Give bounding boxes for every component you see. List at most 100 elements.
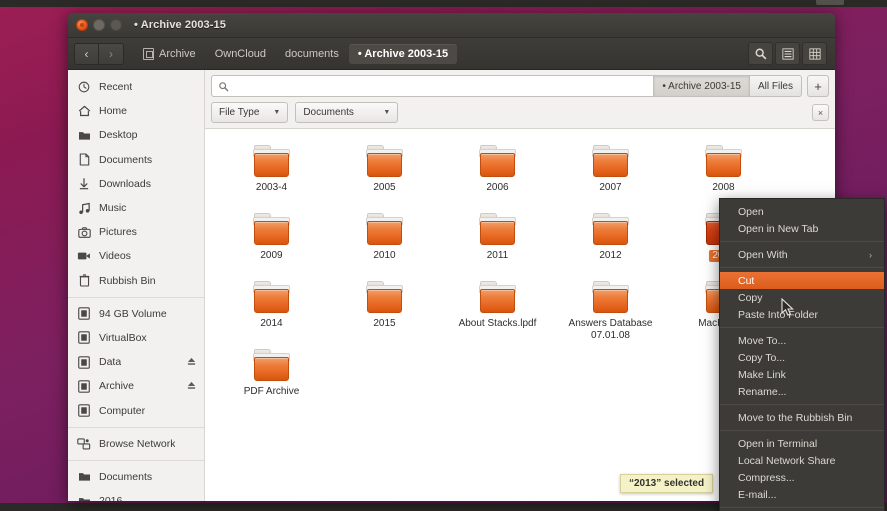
- search-input[interactable]: [234, 80, 654, 92]
- folder-icon: [77, 130, 91, 141]
- breadcrumb-label: Archive: [159, 47, 196, 60]
- menu-separator: [720, 430, 884, 431]
- scope-all-files-button[interactable]: All Files: [749, 75, 802, 97]
- folder-icon: [479, 281, 516, 314]
- close-search-button[interactable]: ×: [812, 104, 829, 121]
- file-item[interactable]: 2015: [328, 279, 441, 347]
- menu-item-compress[interactable]: Compress...: [720, 469, 884, 486]
- file-item[interactable]: 2012: [554, 211, 667, 279]
- menu-item-rename[interactable]: Rename...: [720, 383, 884, 400]
- drive-icon: [77, 307, 91, 321]
- sidebar-item-home[interactable]: Home: [68, 99, 204, 123]
- file-item[interactable]: 2014: [215, 279, 328, 347]
- menu-item-open-in-new-tab[interactable]: Open in New Tab: [720, 220, 884, 237]
- menu-item-e-mail[interactable]: E-mail...: [720, 486, 884, 503]
- scope-current-folder-button[interactable]: • Archive 2003-15: [653, 75, 750, 97]
- file-item[interactable]: Answers Database 07.01.08: [554, 279, 667, 347]
- document-icon: [77, 153, 91, 166]
- back-button[interactable]: ‹: [74, 42, 99, 65]
- menu-item-open-in-terminal[interactable]: Open in Terminal: [720, 435, 884, 452]
- documents-dropdown-label: Documents: [303, 107, 354, 118]
- sidebar-item-videos[interactable]: Videos: [68, 244, 204, 268]
- menu-item-label: Open With: [738, 248, 788, 261]
- file-item[interactable]: PDF Archive: [215, 347, 328, 415]
- menu-item-move-to[interactable]: Move To...: [720, 332, 884, 349]
- folder-icon: [253, 281, 290, 314]
- sidebar-item-desktop[interactable]: Desktop: [68, 123, 204, 147]
- clock-icon: [77, 81, 91, 93]
- folder-icon: [479, 145, 516, 178]
- breadcrumb-item-owncloud[interactable]: OwnCloud: [206, 44, 275, 64]
- menu-separator: [720, 404, 884, 405]
- file-item[interactable]: 2007: [554, 143, 667, 211]
- sidebar-item-label: Archive: [99, 380, 135, 393]
- menu-item-make-link[interactable]: Make Link: [720, 366, 884, 383]
- breadcrumb-label: • Archive 2003-15: [357, 47, 449, 60]
- window-controls: [76, 19, 122, 31]
- sidebar-item-label: Videos: [99, 250, 131, 263]
- breadcrumb-item-documents[interactable]: documents: [276, 44, 348, 64]
- menu-item-copy[interactable]: Copy: [720, 289, 884, 306]
- file-item[interactable]: 2003-4: [215, 143, 328, 211]
- eject-icon[interactable]: [187, 357, 196, 368]
- file-item[interactable]: 2009: [215, 211, 328, 279]
- file-item[interactable]: 2010: [328, 211, 441, 279]
- menu-item-copy-to[interactable]: Copy To...: [720, 349, 884, 366]
- sidebar-item-browse-network[interactable]: Browse Network: [68, 432, 204, 456]
- sidebar-item-computer[interactable]: Computer: [68, 398, 204, 422]
- screen-top-edge: [0, 0, 887, 7]
- maximize-button[interactable]: [110, 19, 122, 31]
- file-item[interactable]: 2011: [441, 211, 554, 279]
- file-item[interactable]: 2005: [328, 143, 441, 211]
- sidebar-item-recent[interactable]: Recent: [68, 75, 204, 99]
- menu-item-open-with[interactable]: Open With ›: [720, 246, 884, 263]
- sidebar-item-data[interactable]: Data: [68, 350, 204, 374]
- sidebar-item-94-gb-volume[interactable]: 94 GB Volume: [68, 302, 204, 326]
- breadcrumb-label: documents: [285, 47, 339, 60]
- sidebar-item-music[interactable]: Music: [68, 196, 204, 220]
- sidebar-item-documents[interactable]: Documents: [68, 465, 204, 489]
- documents-dropdown[interactable]: Documents ▼: [295, 102, 399, 123]
- file-item-label: 2007: [599, 182, 622, 193]
- file-item-label: 2010: [373, 250, 396, 261]
- file-item-label: About Stacks.lpdf: [458, 318, 537, 329]
- file-item[interactable]: About Stacks.lpdf: [441, 279, 554, 347]
- menu-item-cut[interactable]: Cut: [720, 272, 884, 289]
- grid-view-button[interactable]: [802, 42, 827, 65]
- menu-item-open[interactable]: Open: [720, 203, 884, 220]
- sidebar-item-virtualbox[interactable]: VirtualBox: [68, 326, 204, 350]
- breadcrumb-item-archive[interactable]: Archive: [134, 44, 205, 64]
- sidebar-item-label: Home: [99, 105, 128, 118]
- grid-view-icon: [808, 47, 821, 60]
- menu-item-label: Move To...: [738, 334, 787, 347]
- menu-item-paste-into-folder[interactable]: Paste Into Folder: [720, 306, 884, 323]
- folder-icon: [77, 496, 91, 501]
- context-menu[interactable]: Open Open in New Tab Open With › Cut Copy Past…: [719, 198, 885, 511]
- sidebar-item-downloads[interactable]: Downloads: [68, 172, 204, 196]
- search-toggle-button[interactable]: [748, 42, 773, 65]
- file-item[interactable]: 2006: [441, 143, 554, 211]
- file-type-dropdown[interactable]: File Type ▼: [211, 102, 289, 123]
- sidebar-item-rubbish-bin[interactable]: Rubbish Bin: [68, 269, 204, 293]
- sidebar-item-2016[interactable]: 2016: [68, 489, 204, 501]
- search-input-wrap[interactable]: [211, 75, 654, 97]
- list-view-button[interactable]: [775, 42, 800, 65]
- sidebar-item-documents[interactable]: Documents: [68, 148, 204, 172]
- menu-item-local-network-share[interactable]: Local Network Share: [720, 452, 884, 469]
- sidebar-item-archive[interactable]: Archive: [68, 374, 204, 398]
- file-item-label: 2005: [373, 182, 396, 193]
- add-search-criteria-button[interactable]: +: [807, 75, 829, 97]
- minimize-button[interactable]: [93, 19, 105, 31]
- close-button[interactable]: [76, 19, 88, 31]
- list-view-icon: [781, 47, 794, 60]
- eject-icon[interactable]: [187, 381, 196, 392]
- sidebar-item-pictures[interactable]: Pictures: [68, 220, 204, 244]
- path-toolbar: ‹ › Archive OwnCloud documents • Archive 20…: [68, 38, 835, 70]
- sidebar[interactable]: Recent Home Desktop Documents Downloads Music…: [68, 70, 205, 501]
- sidebar-item-label: 94 GB Volume: [99, 307, 167, 320]
- breadcrumb-item-archive-2003-15[interactable]: • Archive 2003-15: [348, 43, 458, 64]
- menu-item-label: Make Link: [738, 368, 786, 381]
- menu-item-move-to-the-rubbish-bin[interactable]: Move to the Rubbish Bin: [720, 409, 884, 426]
- forward-button[interactable]: ›: [99, 42, 124, 65]
- file-item-label: 2006: [486, 182, 509, 193]
